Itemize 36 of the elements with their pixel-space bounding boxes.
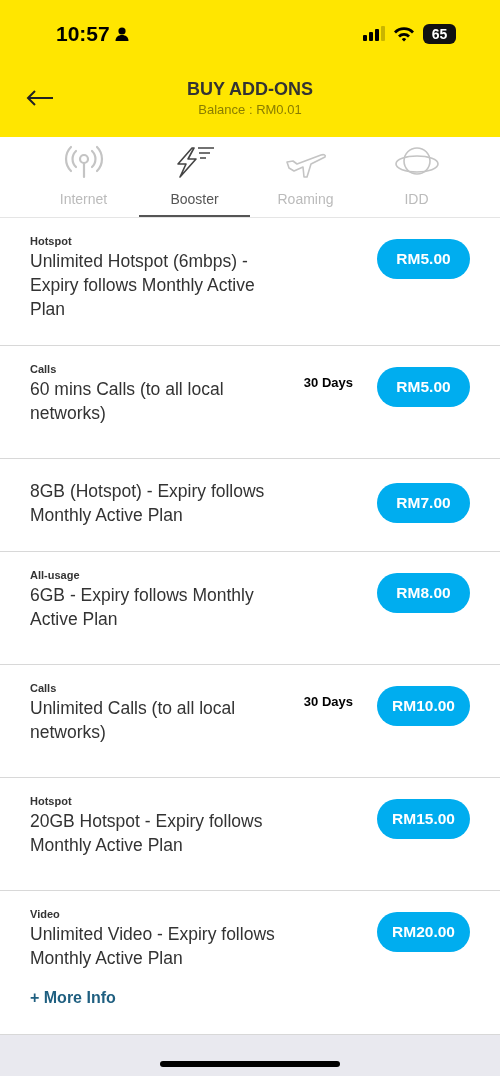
more-info-link[interactable]: + More Info xyxy=(30,986,116,1010)
person-icon xyxy=(113,26,130,42)
tab[interactable]: Booster xyxy=(139,137,250,217)
category-label: Video xyxy=(30,907,61,922)
addon-title: Unlimited Hotspot (6mbps) - Expiry follows Monthly Active Plan xyxy=(30,250,256,321)
category-label: All-usage xyxy=(30,568,81,583)
price-button[interactable]: RM5.00 xyxy=(377,367,470,407)
addon-title: Unlimited Calls (to all local networks) xyxy=(30,697,237,744)
tab[interactable]: IDD xyxy=(361,137,472,217)
addon-title: 6GB - Expiry follows Monthly Active Plan xyxy=(30,584,255,631)
category-label: Hotspot xyxy=(30,234,73,249)
price-button[interactable]: RM20.00 xyxy=(377,912,470,952)
status-time: 10:57 xyxy=(56,21,110,48)
page-title: BUY ADD-ONS xyxy=(187,78,313,100)
addon-title: 60 mins Calls (to all local networks) xyxy=(30,378,225,425)
price-button[interactable]: RM15.00 xyxy=(377,799,470,839)
tab[interactable]: Roaming xyxy=(250,137,361,217)
price-button[interactable]: RM10.00 xyxy=(377,686,470,726)
validity-text: 30 Days xyxy=(303,374,353,392)
addon-title: 8GB (Hotspot) - Expiry follows Monthly Active Plan xyxy=(30,480,266,527)
price-button[interactable]: RM8.00 xyxy=(377,573,470,613)
price-button[interactable]: RM7.00 xyxy=(377,483,470,523)
category-label: Hotspot xyxy=(30,794,73,809)
tab[interactable]: Internet xyxy=(28,137,139,217)
addon-title: 20GB Hotspot - Expiry follows Monthly Active Plan xyxy=(30,810,264,857)
signal-icon xyxy=(363,26,385,42)
back-button[interactable] xyxy=(24,88,56,108)
price-button[interactable]: RM5.00 xyxy=(377,239,470,279)
antenna-icon xyxy=(63,145,104,179)
wifi-icon xyxy=(393,26,415,42)
validity-text: 30 Days xyxy=(303,693,353,711)
category-label: Calls xyxy=(30,362,58,377)
addon-title: Unlimited Video - Expiry follows Monthly Active Plan xyxy=(30,923,276,970)
balance-text: Balance : RM0.01 xyxy=(198,101,302,119)
battery-indicator: 65 xyxy=(423,24,456,44)
category-label: Calls xyxy=(30,681,58,696)
